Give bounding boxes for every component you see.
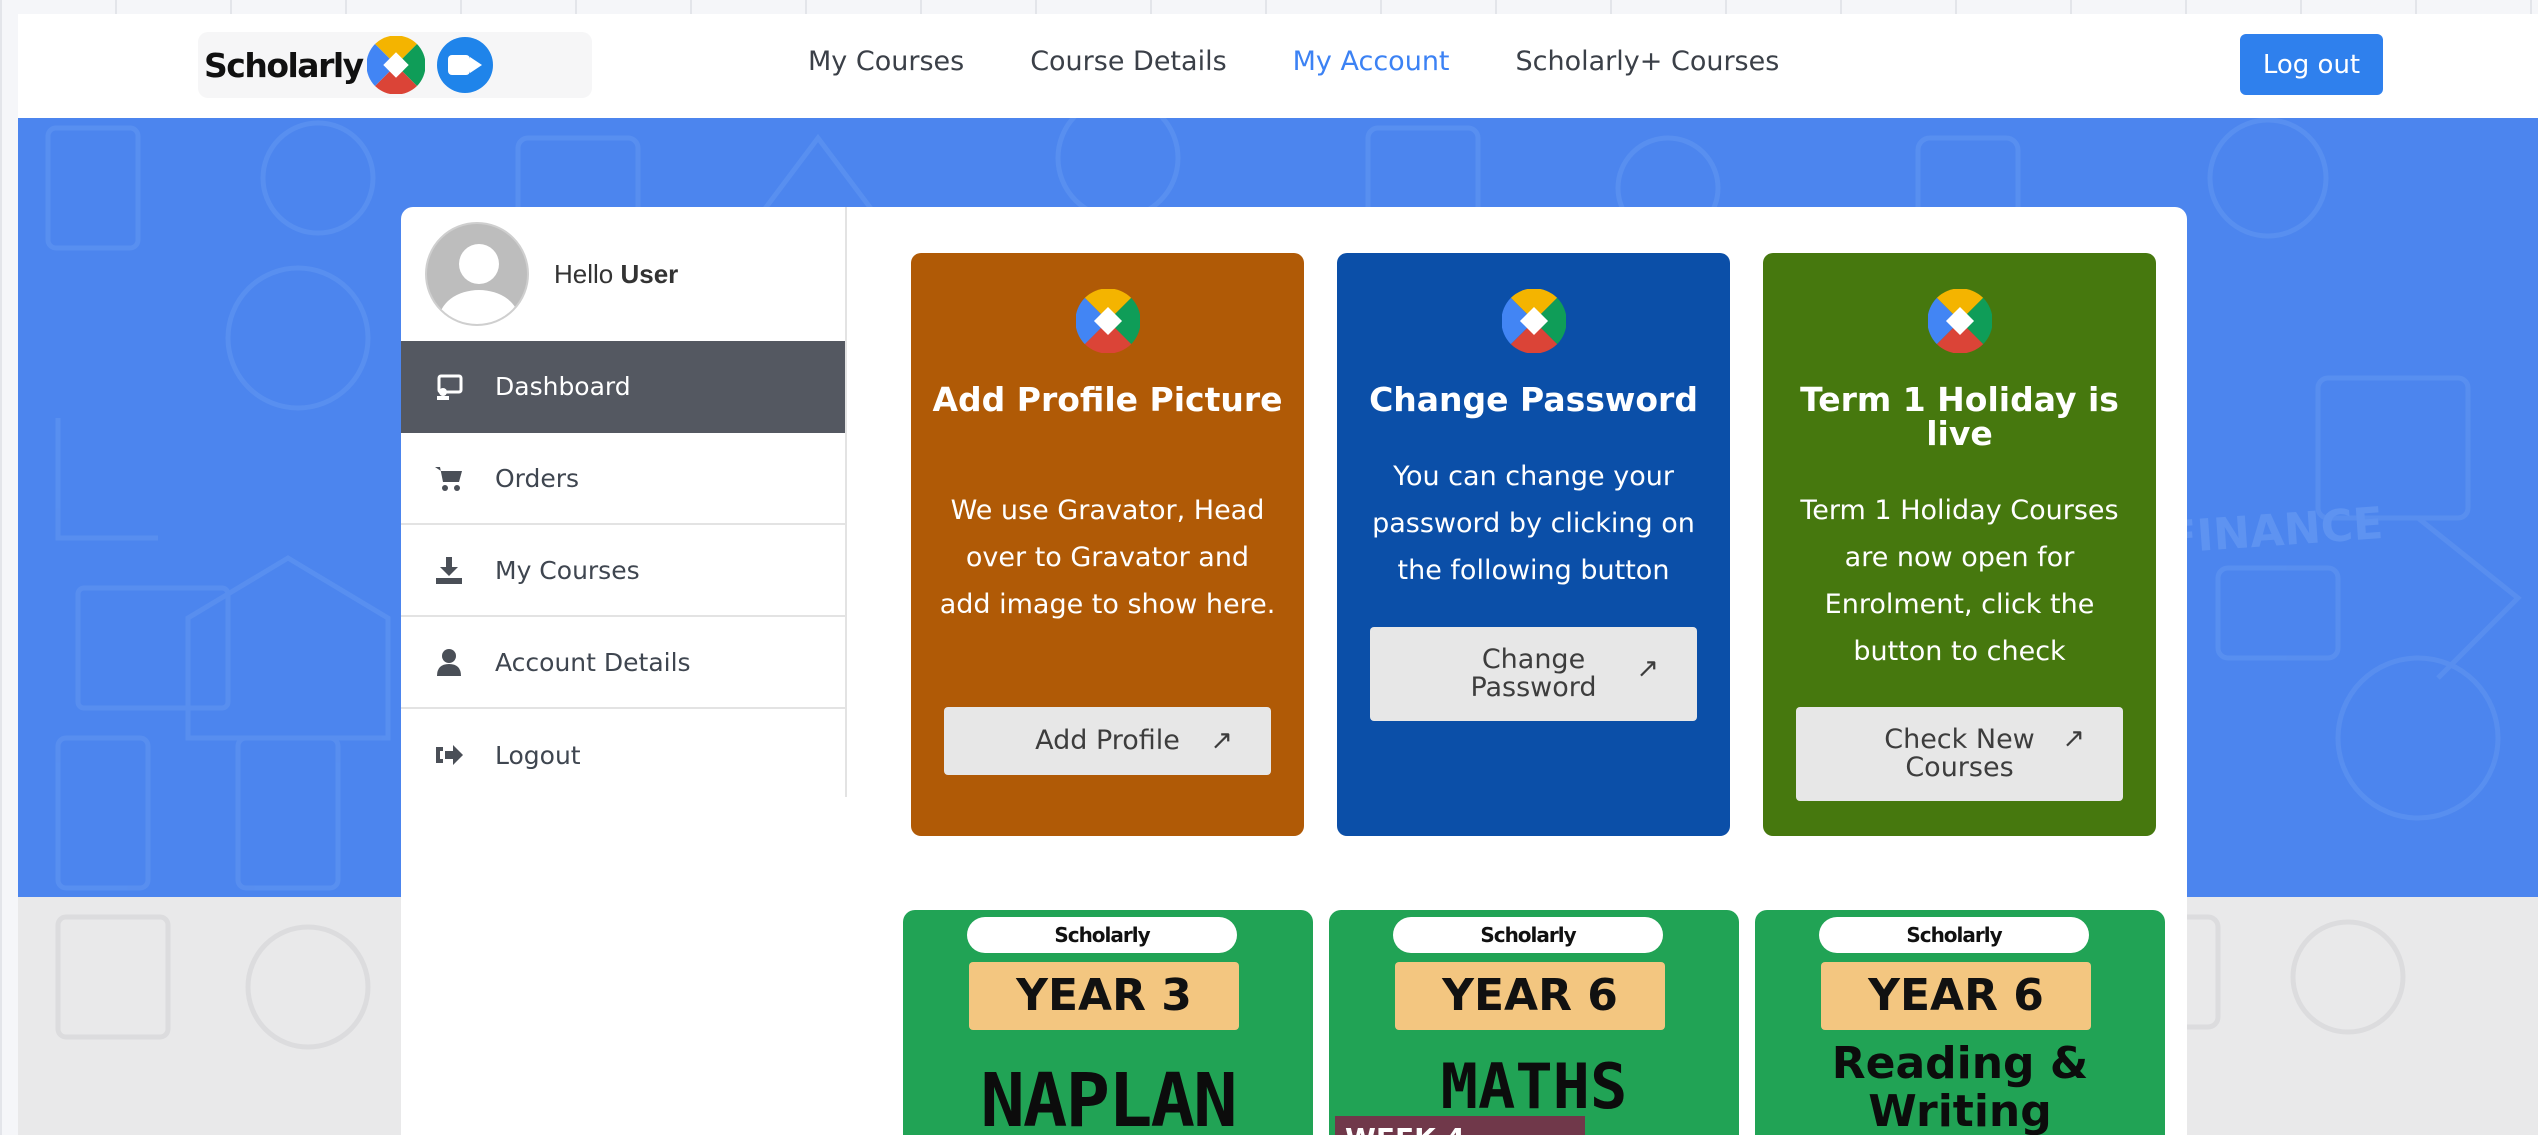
- button-label: Change Password: [1470, 644, 1597, 703]
- sidebar-item-label: Account Details: [495, 647, 691, 677]
- course-year-plank: YEAR 3: [969, 962, 1239, 1030]
- site-logo[interactable]: Scholarly: [198, 32, 592, 98]
- course-brand-badge: Scholarly: [1819, 917, 2089, 953]
- browser-viewport: Scholarly My Courses Course Details My A…: [18, 14, 2538, 1135]
- tile-change-password: Change Password You can change your pass…: [1337, 253, 1730, 836]
- profile-header: Hello User: [401, 207, 845, 341]
- hero-doodle-text: FINANCE: [2165, 498, 2385, 564]
- sidebar-item-account-details[interactable]: Account Details: [401, 617, 845, 709]
- video-camera-icon: [436, 37, 493, 93]
- add-profile-button[interactable]: Add Profile ↗: [944, 707, 1271, 775]
- course-year-plank: YEAR 6: [1821, 962, 2091, 1030]
- nav-my-courses[interactable]: My Courses: [808, 46, 964, 77]
- cart-icon: [435, 467, 462, 491]
- course-title: MATHS: [1440, 1050, 1628, 1123]
- button-label: Add Profile: [1035, 725, 1180, 756]
- tile-text: Term 1 Holiday Courses are now open for …: [1800, 495, 2119, 667]
- external-link-icon: ↗: [2062, 723, 2085, 754]
- top-navbar: Scholarly My Courses Course Details My A…: [18, 14, 2538, 118]
- course-brand-badge: Scholarly: [967, 917, 1237, 953]
- course-card-year3-naplan[interactable]: Scholarly YEAR 3 NAPLAN: [903, 910, 1313, 1135]
- external-link-icon: ↗: [1636, 653, 1659, 684]
- logo-wordmark: Scholarly: [204, 45, 364, 85]
- change-password-button[interactable]: Change Password ↗: [1370, 627, 1697, 721]
- tile-text: You can change your password by clicking…: [1372, 461, 1695, 586]
- tile-title: Term 1 Holiday is live: [1800, 380, 2119, 453]
- logout-icon: [436, 745, 463, 765]
- course-year-plank: YEAR 6: [1395, 962, 1665, 1030]
- course-title-line1: Reading &: [1831, 1038, 2089, 1089]
- course-ribbon: WEEK 4 HOLIDAY: [1335, 1116, 1585, 1135]
- sidebar-item-label: Logout: [495, 740, 581, 770]
- main-nav: My Courses Course Details My Account Sch…: [808, 46, 1845, 77]
- course-title-line2: Writing: [1868, 1086, 2052, 1135]
- button-label: Check New Courses: [1884, 724, 2035, 783]
- avatar: [425, 222, 529, 326]
- brand-quad-icon: [1076, 289, 1140, 353]
- course-title: NAPLAN: [980, 1058, 1237, 1135]
- sidebar-item-label: Orders: [495, 463, 580, 493]
- nav-course-details[interactable]: Course Details: [1030, 46, 1226, 77]
- sidebar-divider: [845, 207, 847, 797]
- tile-add-profile-picture: Add Profile Picture We use Gravator, Hea…: [911, 253, 1304, 836]
- external-link-icon: ↗: [1210, 725, 1233, 756]
- course-brand-badge: Scholarly: [1393, 917, 1663, 953]
- tile-term-holiday: Term 1 Holiday is live Term 1 Holiday Co…: [1763, 253, 2156, 836]
- nav-my-account[interactable]: My Account: [1293, 46, 1450, 77]
- course-card-year6-reading-writing[interactable]: Scholarly YEAR 6 Reading & Writing: [1755, 910, 2165, 1135]
- sidebar-item-dashboard[interactable]: Dashboard: [401, 341, 845, 433]
- account-sidebar: Dashboard Orders My Courses Account Deta…: [401, 341, 845, 801]
- sidebar-item-my-courses[interactable]: My Courses: [401, 525, 845, 617]
- greeting-text: Hello: [554, 258, 614, 289]
- sidebar-item-logout[interactable]: Logout: [401, 709, 845, 801]
- logout-button[interactable]: Log out: [2240, 34, 2383, 95]
- username: User: [620, 258, 679, 289]
- logo-quad-icon: [366, 36, 425, 94]
- greeting: Hello User: [554, 259, 678, 290]
- tile-text: We use Gravator, Head over to Gravator a…: [939, 495, 1276, 620]
- brand-quad-icon: [1502, 289, 1566, 353]
- check-new-courses-button[interactable]: Check New Courses ↗: [1796, 707, 2123, 801]
- sidebar-item-orders[interactable]: Orders: [401, 433, 845, 525]
- brand-quad-icon: [1928, 289, 1992, 353]
- user-icon: [437, 649, 461, 676]
- account-panel: Hello User Dashboard Orders My Courses A…: [401, 207, 2187, 1135]
- brand-wordmark: Scholarly: [1480, 923, 1576, 947]
- dashboard-icon: [437, 374, 463, 400]
- brand-wordmark: Scholarly: [1906, 923, 2002, 947]
- sidebar-item-label: Dashboard: [495, 371, 631, 401]
- tile-title: Add Profile Picture: [932, 380, 1283, 419]
- brand-wordmark: Scholarly: [1054, 923, 1150, 947]
- download-icon: [436, 557, 462, 584]
- nav-scholarly-plus-courses[interactable]: Scholarly+ Courses: [1516, 46, 1780, 77]
- tile-title: Change Password: [1369, 380, 1698, 419]
- sidebar-item-label: My Courses: [495, 555, 640, 585]
- course-card-year6-maths[interactable]: Scholarly YEAR 6 MATHS WEEK 4 HOLIDAY: [1329, 910, 1739, 1135]
